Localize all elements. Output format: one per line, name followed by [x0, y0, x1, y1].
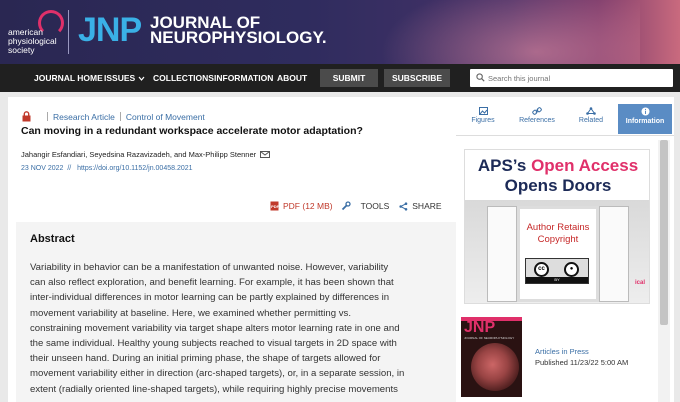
abstract-line: movement variability at baseline. Here, …: [30, 307, 352, 319]
tab-information-label: Information: [625, 118, 665, 125]
abstract-line: can also reflect exploration, and benefi…: [30, 277, 394, 289]
jnp-logo-mark[interactable]: JNP: [78, 12, 142, 48]
pdf-icon: PDF: [270, 201, 279, 211]
tab-figures[interactable]: Figures: [456, 104, 510, 134]
aps-logo-line-3: society: [8, 45, 35, 55]
article-panel: Research Article Control of Movement Can …: [8, 97, 456, 402]
cc-icon: cc: [534, 262, 549, 277]
door-frame-illustration: [517, 206, 599, 302]
tab-information[interactable]: Information: [618, 104, 672, 134]
abstract-line: inter-individual differences in motor le…: [30, 292, 390, 304]
publication-date: 23 NOV 2022: [21, 165, 64, 172]
abstract-line: movement variability either in direction…: [30, 368, 405, 380]
tools-button[interactable]: TOOLS: [361, 201, 390, 211]
journal-name-line-2: NEUROPHYSIOLOGY.: [150, 28, 327, 47]
mail-icon[interactable]: [260, 151, 271, 158]
tab-references-label: References: [519, 117, 555, 124]
nav-information[interactable]: INFORMATION: [214, 73, 273, 83]
author-retains-copyright-text: Author Retains Copyright: [521, 222, 595, 246]
sidebar-scrollbar[interactable]: [658, 140, 670, 402]
cc-by-label: BY: [526, 277, 588, 283]
nav-collections[interactable]: COLLECTIONS: [153, 73, 214, 83]
ad-title-line-2: Opens Doors: [504, 176, 612, 195]
pdf-download-link[interactable]: PDF (12 MB): [283, 201, 333, 211]
nav-about[interactable]: ABOUT: [277, 73, 307, 83]
tab-related[interactable]: Related: [564, 104, 618, 134]
abstract-line: constraining movement variability via ta…: [30, 322, 400, 334]
door-left-illustration: [487, 206, 517, 302]
date-doi-separator: //: [65, 165, 76, 172]
main-navbar: JOURNAL HOME ISSUES COLLECTIONS INFORMAT…: [0, 64, 680, 92]
abstract-line: extent (radially oriented line-shaped ta…: [30, 383, 398, 395]
person-icon: ●: [564, 262, 579, 277]
journal-header-banner: american physiological society JNP JOURN…: [0, 0, 680, 64]
open-access-ad[interactable]: APS’s Open Access Opens Doors Author Ret…: [464, 149, 650, 304]
author-names[interactable]: Jahangir Esfandiari, Seyedsina Razavizad…: [21, 150, 256, 159]
tab-figures-label: Figures: [471, 117, 495, 124]
article-tools-row: PDF PDF (12 MB) TOOLS SHARE: [270, 201, 442, 211]
abstract-line: the same individual. Healthy young subje…: [30, 338, 397, 350]
subscribe-button[interactable]: SUBSCRIBE: [384, 69, 450, 87]
article-category-link[interactable]: Control of Movement: [126, 112, 205, 122]
lock-icon: [22, 111, 31, 122]
chevron-down-icon: [138, 76, 145, 81]
link-icon: [532, 107, 542, 115]
article-sidebar: Figures References Related Information A…: [456, 97, 674, 402]
submit-button[interactable]: SUBMIT: [320, 69, 378, 87]
aps-logo-text: american physiological society: [8, 28, 57, 55]
share-button[interactable]: SHARE: [412, 201, 441, 211]
banner-decoration: [380, 0, 640, 64]
tab-references[interactable]: References: [510, 104, 564, 134]
article-meta: Research Article Control of Movement: [42, 112, 205, 122]
abstract-line: their unseen hand. During an initial pri…: [30, 353, 381, 365]
journal-name[interactable]: JOURNAL OF NEUROPHYSIOLOGY.: [150, 14, 327, 47]
network-icon: [586, 107, 596, 115]
search-input[interactable]: [488, 71, 668, 85]
abstract-line: Variability in behavior can be a manifes…: [30, 262, 389, 273]
nav-issues[interactable]: ISSUES: [104, 73, 145, 83]
ad-door-text-2: Copyright: [537, 234, 579, 245]
aps-logo[interactable]: american physiological society: [8, 10, 70, 55]
ad-title-prefix: APS’s: [477, 156, 527, 175]
sidebar-tabs: Figures References Related Information: [456, 104, 674, 134]
tabs-divider: [456, 135, 674, 136]
date-doi-line: 23 NOV 2022 // https://doi.org/10.1152/j…: [21, 165, 193, 172]
doi-link[interactable]: https://doi.org/10.1152/jn.00458.2021: [77, 165, 192, 172]
ad-title-line-1: APS’s Open Access: [465, 156, 649, 176]
share-icon: [399, 201, 408, 211]
ad-title-highlight: Open Access: [531, 156, 639, 175]
wrench-icon: [341, 201, 351, 211]
meta-divider: [47, 112, 48, 121]
cc-by-badge: cc ● BY: [525, 258, 589, 284]
svg-text:PDF: PDF: [271, 204, 279, 209]
published-date: Published 11/23/22 5:00 AM: [535, 358, 629, 367]
cover-brain-illustration: [471, 343, 519, 391]
articles-in-press-link[interactable]: Articles in Press: [535, 347, 589, 356]
info-icon: [641, 107, 649, 116]
image-icon: [478, 107, 488, 115]
nav-journal-home[interactable]: JOURNAL HOME: [34, 73, 103, 83]
meta-divider: [119, 112, 121, 121]
tab-related-label: Related: [578, 117, 604, 124]
header-divider: [68, 10, 69, 54]
abstract-heading: Abstract: [30, 233, 75, 245]
article-title: Can moving in a redundant workspace acce…: [21, 125, 363, 137]
search-bar[interactable]: [470, 69, 673, 87]
abstract-text: Variability in behavior can be a manifes…: [30, 260, 452, 397]
nav-issues-label: ISSUES: [104, 73, 136, 83]
scrollbar-thumb[interactable]: [660, 140, 668, 325]
author-list: Jahangir Esfandiari, Seyedsina Razavizad…: [21, 150, 271, 159]
cover-subtitle: JOURNAL OF NEUROPHYSIOLOGY: [464, 336, 515, 340]
article-type-link[interactable]: Research Article: [53, 112, 115, 122]
search-icon: [476, 73, 485, 82]
abstract-section: Abstract Variability in behavior can be …: [16, 222, 456, 402]
cover-logo: JNP: [464, 319, 496, 336]
journal-cover-image[interactable]: JNP JOURNAL OF NEUROPHYSIOLOGY: [461, 317, 522, 397]
ad-corner-text: ical: [635, 280, 646, 286]
ad-door-text-1: Author Retains: [526, 222, 590, 233]
door-right-illustration: [599, 206, 629, 302]
